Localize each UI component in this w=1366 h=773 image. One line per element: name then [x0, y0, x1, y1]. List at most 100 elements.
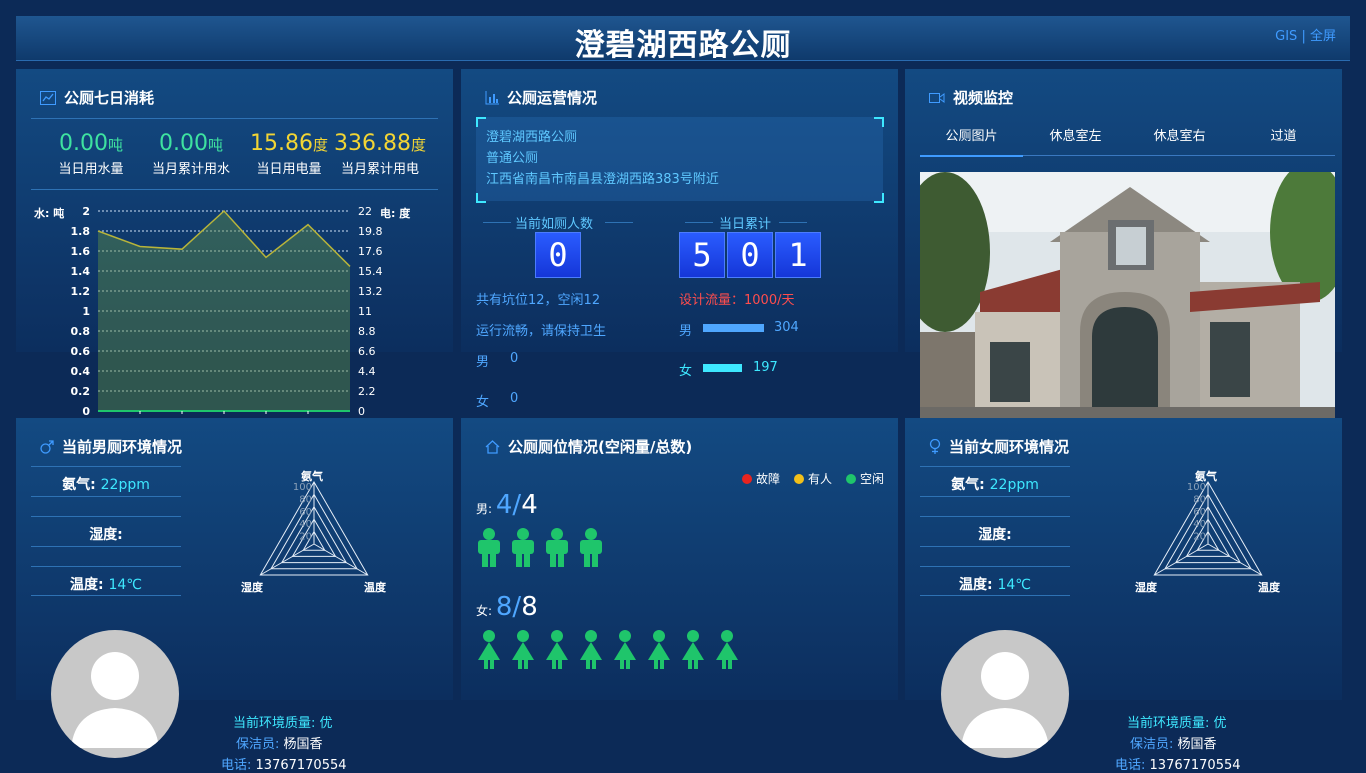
radar-axis: [313, 543, 368, 576]
female-total-label: 女: [679, 364, 693, 379]
divider: [920, 466, 1070, 467]
male-seat-icon[interactable]: [477, 528, 501, 568]
female-seat-icon[interactable]: [613, 630, 637, 670]
female-seat-icon[interactable]: [681, 630, 705, 670]
left-tick-label: 1.4: [71, 265, 91, 278]
male-env-title: 当前男厕环境情况: [40, 436, 182, 457]
female-seat-icon[interactable]: [511, 630, 535, 670]
tab-rest-right[interactable]: 休息室右: [1128, 127, 1231, 155]
today-count-label: 当日累计: [719, 217, 772, 232]
right-tick-label: 6.6: [358, 345, 376, 358]
right-tick-label: 4.4: [358, 365, 376, 378]
corner-mark: [874, 193, 884, 203]
divider: [483, 222, 511, 223]
tab-toilet-picture[interactable]: 公厕图片: [920, 127, 1023, 157]
male-now-value: 0: [510, 351, 519, 366]
left-tick-label: 0.8: [71, 325, 91, 338]
fullscreen-link[interactable]: 全屏: [1310, 29, 1336, 44]
radar-label-temperature: 温度: [364, 581, 386, 594]
divider: [920, 516, 1070, 517]
legend-fault: 故障: [741, 470, 780, 487]
female-icon: [929, 438, 941, 455]
gis-link[interactable]: GIS: [1275, 29, 1297, 44]
left-tick-label: 1.8: [71, 225, 91, 238]
seat-legend: 故障 有人 空闲: [741, 470, 884, 487]
female-seat-count: 女: 8/8: [476, 592, 538, 622]
female-env-panel: 当前女厕环境情况 氨气: 22ppm 湿度: 温度: 14℃ 氨气 湿度 温度 …: [905, 418, 1342, 758]
tab-rest-left[interactable]: 休息室左: [1024, 127, 1127, 155]
right-tick-label: 2.2: [358, 385, 376, 398]
video-title: 视频监控: [929, 87, 1013, 108]
male-total-label: 男: [679, 324, 693, 339]
female-now-label: 女: [476, 395, 490, 410]
left-tick-label: 0: [82, 405, 90, 418]
link-separator: |: [1301, 29, 1306, 44]
female-seat-row: [477, 630, 739, 670]
seats-title: 公厕厕位情况(空闲量/总数): [485, 436, 692, 457]
female-radar-chart: 10080 6040 20: [1153, 480, 1263, 576]
info-address: 江西省南昌市南昌县澄湖西路383号附近: [486, 172, 719, 187]
avatar: [51, 630, 179, 758]
left-tick-label: 0.2: [71, 385, 91, 398]
male-phone: 电话: 13767170554: [221, 758, 347, 773]
radar-axis: [1207, 543, 1262, 576]
female-seat-icon[interactable]: [647, 630, 671, 670]
digit: 5: [679, 232, 725, 278]
corner-mark: [874, 117, 884, 127]
operation-title: 公厕运营情况: [485, 87, 597, 108]
female-cleaner: 保洁员: 杨国香: [1130, 737, 1217, 752]
divider: [31, 516, 181, 517]
video-tabs: 公厕图片 休息室左 休息室右 过道: [920, 127, 1335, 157]
power-area: [98, 211, 350, 411]
camera-icon: [929, 92, 945, 104]
female-ammonia: 氨气: 22ppm: [951, 477, 1039, 493]
right-tick-label: 17.6: [358, 245, 383, 258]
male-total-bar: [703, 324, 764, 332]
male-seat-icon[interactable]: [579, 528, 603, 568]
corner-mark: [476, 193, 486, 203]
male-icon: [40, 439, 54, 454]
divider: [31, 566, 181, 567]
divider: [920, 566, 1070, 567]
left-tick-label: 0.4: [71, 365, 91, 378]
tab-corridor[interactable]: 过道: [1232, 127, 1335, 155]
male-radar-chart: 10080 6040 20: [259, 480, 369, 576]
left-tick-label: 1: [82, 305, 90, 318]
divider: [685, 222, 713, 223]
female-seat-icon[interactable]: [545, 630, 569, 670]
female-seat-icon[interactable]: [715, 630, 739, 670]
radar-tick-label: 60: [299, 507, 312, 518]
radar-tick-label: 80: [299, 494, 312, 505]
radar-label-humidity: 湿度: [1135, 581, 1157, 594]
radar-tick-label: 20: [1193, 532, 1206, 543]
current-count-label: 当前如厕人数: [515, 217, 594, 232]
female-env-title-text: 当前女厕环境情况: [949, 438, 1070, 456]
avatar: [941, 630, 1069, 758]
radar-tick-label: 80: [1193, 494, 1206, 505]
radar-tick-label: 40: [299, 519, 312, 530]
design-flow: 设计流量：1000/天: [679, 293, 795, 308]
status-info: 运行流畅，请保持卫生: [476, 324, 607, 339]
female-seat-icon[interactable]: [579, 630, 603, 670]
bar-chart-icon: [485, 90, 499, 105]
male-now-label: 男: [476, 355, 490, 370]
male-seat-icon[interactable]: [511, 528, 535, 568]
female-temperature: 温度: 14℃: [958, 577, 1032, 593]
left-tick-label: 2: [82, 205, 90, 218]
radar-axis: [260, 543, 315, 576]
female-humidity: 湿度:: [978, 527, 1012, 543]
today-count-digits: 5 0 1: [679, 232, 821, 278]
radar-tick-label: 20: [299, 532, 312, 543]
left-tick-label: 0.6: [71, 345, 91, 358]
corner-mark: [476, 117, 486, 127]
radar-tick-label: 100: [293, 482, 312, 493]
right-tick-label: 0: [358, 405, 365, 418]
legend-dot: [741, 474, 752, 484]
home-icon: [485, 439, 500, 454]
divider: [31, 466, 181, 467]
female-seat-icon[interactable]: [477, 630, 501, 670]
divider: [920, 546, 1070, 547]
male-seat-icon[interactable]: [545, 528, 569, 568]
operation-title-text: 公厕运营情况: [507, 89, 598, 107]
radar-axis: [1154, 543, 1209, 576]
